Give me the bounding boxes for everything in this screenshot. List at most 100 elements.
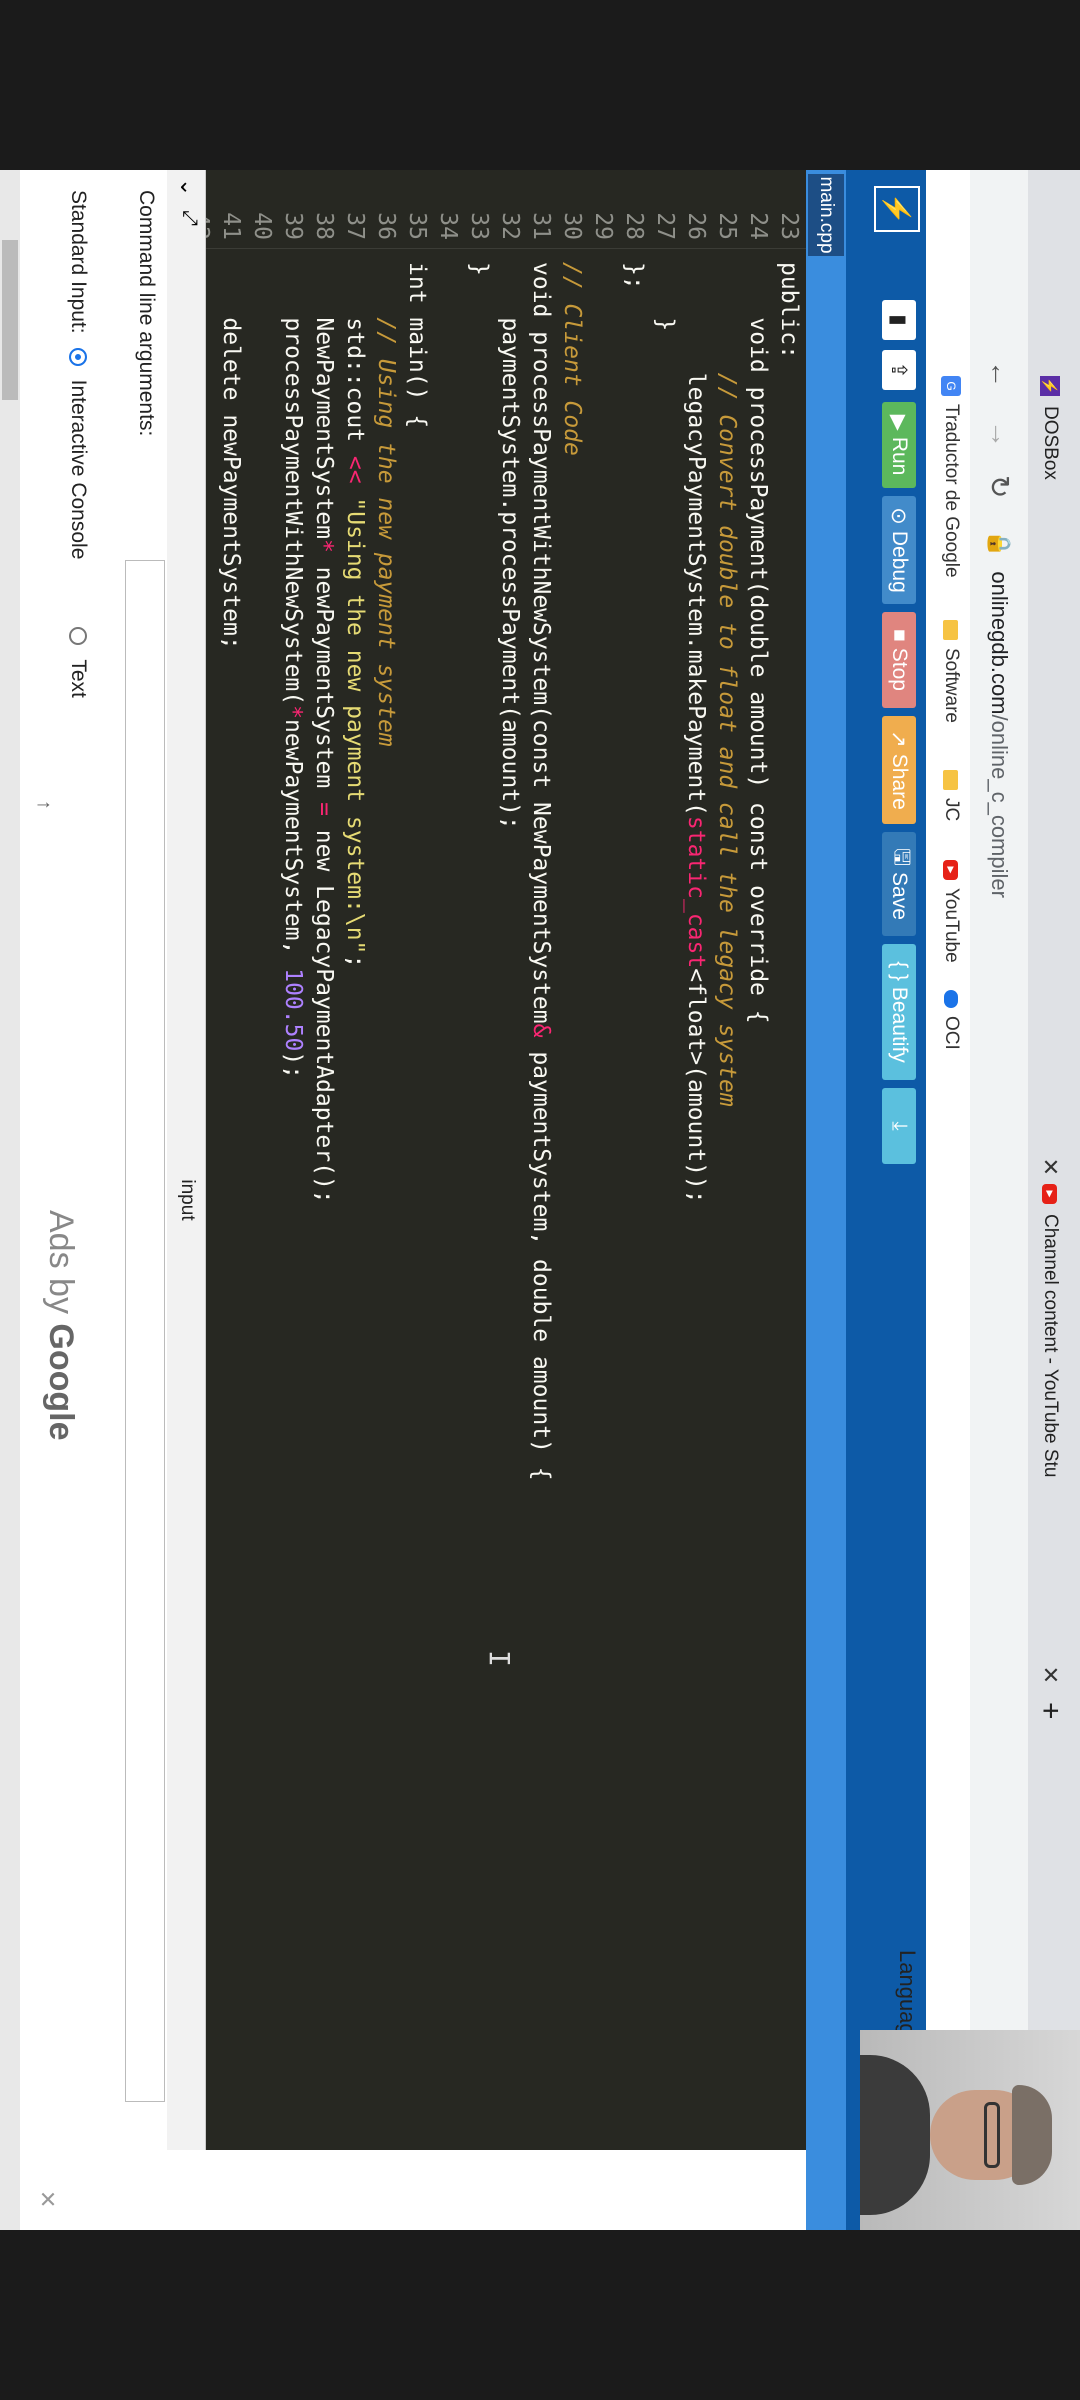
editor-toolbar: ⚡ ▮ ⇪ ▶ Run ⊙ Debug ■ Stop ↗ Share 🖫 Save { }… (846, 170, 926, 2230)
scrollbar-thumb[interactable] (2, 240, 18, 400)
glasses-icon (984, 2102, 1000, 2168)
forward-arrow-icon[interactable]: → (984, 420, 1016, 448)
upload-icon[interactable]: ⇪ (882, 350, 916, 390)
url-path: /online_c_compiler (987, 714, 1012, 898)
url-domain: onlinegdb.com (987, 571, 1012, 715)
line-number: 35 (404, 212, 430, 240)
address-bar-row: ← → ↻ 🔒 onlinegdb.com/online_c_compiler (970, 170, 1028, 2230)
download-icon: ⤓ (888, 1121, 911, 1131)
line-number: 36 (373, 212, 399, 240)
scroll-up-arrow-icon[interactable]: ↑ (32, 800, 55, 810)
close-tab-icon[interactable]: ✕ (1037, 1666, 1063, 1684)
close-tab-icon[interactable]: ✕ (1037, 1158, 1063, 1176)
command-line-args-label: Command line arguments: (135, 190, 158, 437)
standard-input-row: Standard Input: Interactive Console Text (66, 190, 90, 698)
line-number: 40 (249, 212, 275, 240)
line-number: 24 (745, 212, 771, 240)
interactive-console-radio[interactable] (69, 347, 87, 366)
lock-icon: 🔒 (987, 530, 1012, 558)
back-arrow-icon[interactable]: ← (984, 360, 1016, 388)
code-line: delete newPaymentSystem; (218, 262, 244, 650)
horizontal-scrollbar[interactable] (0, 170, 20, 2230)
line-number: 37 (342, 212, 368, 240)
bookmark-software[interactable]: Software (940, 620, 962, 723)
browser-tab-bar: ⚡ DOSBox ✕ ▶ Channel content - YouTube S… (1028, 170, 1080, 2230)
code-line: } (652, 262, 678, 332)
interactive-console-label: Interactive Console (67, 379, 90, 560)
code-editor[interactable]: 23 public: 24 void processPayment(double a… (187, 170, 806, 2150)
folder-icon (943, 620, 959, 640)
stop-button[interactable]: ■ Stop (882, 612, 916, 708)
line-number: 34 (435, 212, 461, 240)
code-line: paymentSystem.processPayment(amount); (497, 262, 523, 830)
bookmark-jc[interactable]: JC (940, 770, 962, 821)
line-number: 33 (466, 212, 492, 240)
code-line: std::cout << "Using the new payment syst… (342, 262, 368, 969)
rotated-screen: ⚡ DOSBox ✕ ▶ Channel content - YouTube S… (0, 170, 1080, 2230)
save-icon: 🖫 (890, 848, 914, 867)
code-line: processPaymentWithNewSystem(*newPaymentS… (280, 262, 306, 1080)
code-line: int main() { (404, 262, 430, 429)
code-line: void processPaymentWithNewSystem(const N… (528, 262, 554, 1481)
tab-title: DOSBox (1040, 406, 1061, 480)
url-field[interactable]: 🔒 onlinegdb.com/online_c_compiler (980, 530, 1018, 1430)
tab-title: Channel content - YouTube Stu (1040, 1214, 1061, 1478)
line-number: 25 (714, 212, 740, 240)
line-number: 41 (218, 212, 244, 240)
new-file-icon[interactable]: ▮ (882, 300, 916, 340)
text-label: Text (67, 659, 90, 698)
beautify-button[interactable]: { } Beautify (882, 944, 916, 1080)
debug-icon: ⊙ (887, 507, 911, 525)
play-icon: ▶ (887, 414, 911, 431)
folder-icon (943, 770, 959, 790)
bookmarks-bar: G Traductor de Google Software JC ▶ YouT… (925, 170, 970, 2230)
code-line: public: (776, 262, 802, 359)
file-tab-main-cpp[interactable]: main.cpp (808, 174, 844, 256)
bookmark-youtube[interactable]: ▶ YouTube (940, 860, 962, 963)
code-line: legacyPaymentSystem.makePayment(static_c… (683, 262, 709, 1204)
bookmark-oci[interactable]: OCI (940, 990, 962, 1050)
line-number: 26 (683, 212, 709, 240)
tab-dosbox[interactable]: ⚡ DOSBox ✕ (1028, 376, 1072, 1176)
download-button[interactable]: ⤓ (882, 1088, 916, 1164)
bookmark-traductor[interactable]: G Traductor de Google (940, 376, 962, 578)
line-number: 29 (590, 212, 616, 240)
google-wordmark: Google (42, 1323, 80, 1441)
debug-button[interactable]: ⊙ Debug (882, 496, 916, 604)
webcam-overlay (860, 2030, 1080, 2230)
code-line: }; (621, 262, 647, 290)
tab-youtube-studio[interactable]: ▶ Channel content - YouTube Stu ✕ (1028, 1184, 1072, 1684)
file-tab-bar: main.cpp (806, 170, 846, 2230)
line-number: 27 (652, 212, 678, 240)
line-number: 30 (559, 212, 585, 240)
close-ad-icon[interactable]: ✕ (34, 2190, 60, 2208)
text-cursor-icon: I (483, 1650, 516, 1667)
share-button[interactable]: ↗ Share (882, 716, 916, 824)
reload-icon[interactable]: ↻ (983, 475, 1016, 498)
console-input-tab[interactable]: input (168, 170, 206, 2230)
command-line-args-input[interactable] (125, 560, 165, 2102)
share-icon: ↗ (887, 730, 911, 748)
save-button[interactable]: 🖫 Save (882, 832, 916, 936)
gutter-divider (206, 248, 806, 249)
person-shirt (860, 2055, 930, 2215)
code-line: // Client Code (559, 262, 585, 456)
stop-icon: ■ (888, 629, 911, 642)
line-number: 32 (497, 212, 523, 240)
person-hair (1012, 2085, 1052, 2185)
code-line: NewPaymentSystem* newPaymentSystem = new… (311, 262, 337, 1204)
standard-input-label: Standard Input: (67, 190, 90, 334)
code-line: // Using the new payment system (373, 317, 399, 747)
run-button[interactable]: ▶ Run (882, 402, 916, 488)
code-line: // Convert double to float and call the … (714, 372, 740, 1107)
new-tab-button[interactable]: + (1028, 1702, 1072, 1742)
ads-by-google: Ads by Google (42, 1210, 80, 1441)
line-number: 38 (311, 212, 337, 240)
youtube-icon: ▶ (1042, 1184, 1058, 1204)
dosbox-icon: ⚡ (1040, 376, 1060, 396)
cloud-icon (944, 990, 958, 1008)
text-radio[interactable] (69, 627, 87, 646)
line-number: 31 (528, 212, 554, 240)
line-number: 39 (280, 212, 306, 240)
onlinegdb-logo-icon[interactable]: ⚡ (874, 186, 920, 232)
